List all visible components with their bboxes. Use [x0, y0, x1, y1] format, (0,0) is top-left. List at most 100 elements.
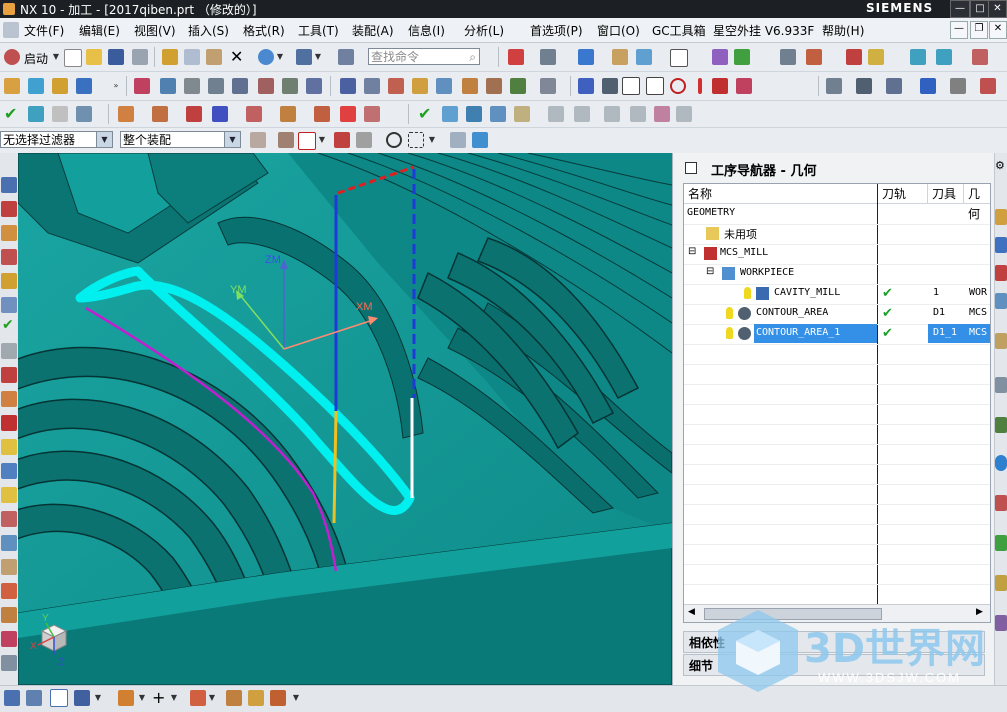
- part-nav-tab-icon[interactable]: [995, 265, 1007, 281]
- copy-icon[interactable]: [184, 49, 200, 65]
- layer-copy-icon[interactable]: [270, 690, 286, 706]
- close-button[interactable]: ✕: [988, 0, 1007, 18]
- menu-info[interactable]: 信息(I): [408, 22, 445, 39]
- tree-row-contour-area-1[interactable]: CONTOUR_AREA_1 ✔ D1_1 MCS: [684, 324, 990, 345]
- wcs-origin-icon[interactable]: [26, 690, 42, 706]
- curve-tool-icon[interactable]: [548, 106, 564, 122]
- intersection-icon[interactable]: [334, 132, 350, 148]
- tree-row-mcs-mill[interactable]: ⊟ MCS_MILL: [684, 244, 990, 265]
- material-icon[interactable]: [1, 607, 17, 623]
- flag-icon[interactable]: [920, 78, 936, 94]
- machine-library-icon[interactable]: [1, 631, 17, 647]
- menu-help[interactable]: 帮助(H): [822, 22, 864, 39]
- system-tab-icon[interactable]: [995, 535, 1007, 551]
- collapse-icon[interactable]: ⊟: [688, 246, 696, 257]
- layer-dropdown[interactable]: ▼: [292, 690, 300, 706]
- wcs-icon[interactable]: [910, 49, 926, 65]
- unite-icon[interactable]: [340, 106, 356, 122]
- crosshair-icon[interactable]: +: [152, 688, 165, 707]
- move-object-icon[interactable]: [118, 690, 134, 706]
- surface-tool-icon[interactable]: [574, 106, 590, 122]
- system-scene-icon[interactable]: [1, 439, 17, 455]
- extend-icon[interactable]: [676, 106, 692, 122]
- scope-select[interactable]: 整个装配 ▼: [120, 131, 241, 148]
- more-dropdown[interactable]: »: [112, 78, 120, 94]
- assembly-nav-tab-icon[interactable]: [995, 209, 1007, 225]
- assembly-navigator-icon[interactable]: [1, 201, 17, 217]
- web-browser-icon[interactable]: [1, 367, 17, 383]
- cut-object-icon[interactable]: [486, 78, 502, 94]
- copy-object-icon[interactable]: [510, 78, 526, 94]
- delete-object-icon[interactable]: [540, 78, 556, 94]
- line-icon[interactable]: [698, 78, 702, 94]
- body-select-icon[interactable]: [472, 132, 488, 148]
- tree-row-workpiece[interactable]: ⊟ WORKPIECE: [684, 264, 990, 285]
- maximize-button[interactable]: □: [970, 0, 990, 18]
- misc-icon[interactable]: [980, 78, 996, 94]
- select-dropdown[interactable]: ▼: [428, 132, 436, 148]
- menu-tools[interactable]: 工具(T): [298, 22, 339, 39]
- background-icon[interactable]: [670, 49, 688, 67]
- window-icon[interactable]: [685, 162, 697, 174]
- machine-tool-view-icon[interactable]: [364, 78, 380, 94]
- new-file-icon[interactable]: [64, 49, 82, 67]
- history-icon[interactable]: [1, 343, 17, 359]
- datum-icon[interactable]: [602, 78, 618, 94]
- scroll-left-icon[interactable]: ◀: [688, 607, 695, 617]
- doc-minimize-button[interactable]: —: [950, 21, 968, 39]
- wcs-orient-icon[interactable]: [74, 690, 90, 706]
- training-icon[interactable]: [1, 535, 17, 551]
- search-input[interactable]: 查找命令 ⌕: [368, 48, 480, 65]
- point-snap-icon[interactable]: [298, 132, 316, 150]
- repeat-dropdown[interactable]: ▼: [314, 49, 322, 65]
- create-geometry-icon[interactable]: [52, 78, 68, 94]
- visualization-icon[interactable]: [1, 487, 17, 503]
- output-cls-icon[interactable]: [306, 78, 322, 94]
- undo-icon[interactable]: [258, 49, 274, 65]
- accept-icon[interactable]: ✔: [418, 104, 431, 123]
- deselect-icon[interactable]: [450, 132, 466, 148]
- cad-model-svg[interactable]: ZM YM XM Y X Z: [18, 153, 672, 685]
- arrow-icon[interactable]: [856, 78, 872, 94]
- body-icon[interactable]: [490, 106, 506, 122]
- history-mode-icon[interactable]: [1, 559, 17, 575]
- replay-toolpath-icon[interactable]: [160, 78, 176, 94]
- orient-view-icon[interactable]: [636, 49, 652, 65]
- web-tab-icon[interactable]: [995, 377, 1007, 393]
- create-method-icon[interactable]: [76, 78, 92, 94]
- check-icon[interactable]: ✔: [2, 317, 14, 333]
- column-header-geometry[interactable]: 几何: [964, 184, 990, 221]
- create-program-icon[interactable]: [4, 78, 20, 94]
- tree-row-contour-area[interactable]: CONTOUR_AREA ✔ D1 MCS: [684, 304, 990, 325]
- trim-icon[interactable]: [654, 106, 670, 122]
- shop-doc-icon[interactable]: [282, 78, 298, 94]
- menu-view[interactable]: 视图(V): [134, 22, 176, 39]
- list-toolpath-icon[interactable]: [184, 78, 200, 94]
- point-dropdown[interactable]: ▼: [170, 690, 178, 706]
- feature-icon[interactable]: [442, 106, 458, 122]
- tree-row-cavity-mill[interactable]: CAVITY_MILL ✔ 1 WOR: [684, 284, 990, 305]
- tree-row-unused-items[interactable]: 未用项: [684, 224, 990, 245]
- open-folder-icon[interactable]: [86, 49, 102, 65]
- start-button[interactable]: 启动: [24, 50, 48, 67]
- simulate-icon[interactable]: [232, 78, 248, 94]
- constraint-tab-icon[interactable]: [995, 237, 1007, 253]
- palette-icon[interactable]: [1, 391, 17, 407]
- check-icon[interactable]: ✔: [4, 104, 17, 123]
- display-object-icon[interactable]: [436, 78, 452, 94]
- verify-toolpath-icon[interactable]: [208, 78, 224, 94]
- sphere-icon[interactable]: [280, 106, 296, 122]
- face-icon[interactable]: [466, 106, 482, 122]
- layer-settings-icon[interactable]: [226, 690, 242, 706]
- curve-icon[interactable]: [736, 78, 752, 94]
- section-icon[interactable]: [712, 49, 728, 65]
- wcs-dynamic-icon[interactable]: [4, 690, 20, 706]
- offset-icon[interactable]: [630, 106, 646, 122]
- assembly-icon[interactable]: [118, 106, 134, 122]
- info-tab-icon[interactable]: [995, 455, 1007, 471]
- component-icon[interactable]: [152, 106, 168, 122]
- navigator-tree-table[interactable]: 名称 刀轨 刀具 几何 GEOMETRY 未用项 ⊟ MCS_MILL ⊟ WO…: [683, 183, 991, 623]
- rectangle-select-icon[interactable]: [408, 132, 424, 148]
- layer-move-icon[interactable]: [248, 690, 264, 706]
- tools-dropdown-icon[interactable]: [950, 78, 966, 94]
